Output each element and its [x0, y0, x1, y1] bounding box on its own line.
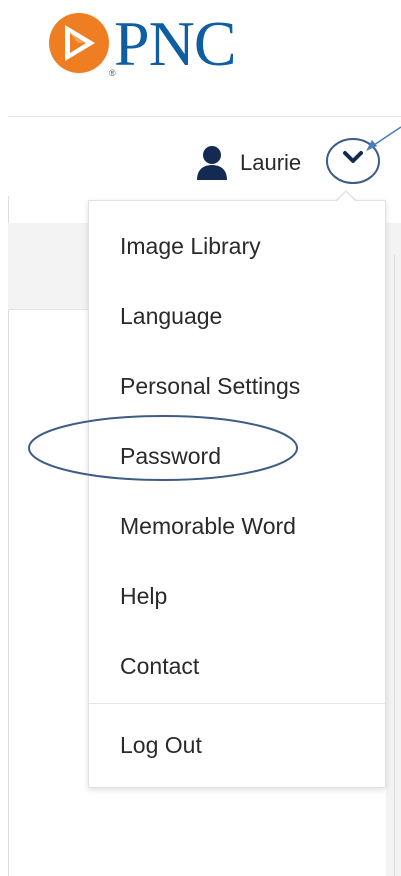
side-panel	[8, 223, 90, 310]
logo-wordmark: PNC	[114, 8, 236, 79]
user-name: Laurie	[240, 150, 302, 175]
user-dropdown-menu: Image Library Language Personal Settings…	[88, 200, 386, 788]
menu-item-help[interactable]: Help	[120, 585, 167, 608]
annotation-arrow-line	[370, 126, 401, 148]
annotation-arrow-head	[366, 140, 377, 151]
menu-item-personal-settings[interactable]: Personal Settings	[120, 375, 300, 398]
menu-item-password[interactable]: Password	[120, 445, 221, 468]
menu-item-log-out[interactable]: Log Out	[120, 734, 202, 757]
header-divider	[8, 116, 401, 117]
user-icon	[197, 146, 227, 180]
menu-item-memorable-word[interactable]: Memorable Word	[120, 515, 296, 538]
user-menu[interactable]: Laurie	[196, 141, 301, 185]
registered-mark: ®	[109, 68, 116, 78]
menu-item-contact[interactable]: Contact	[120, 655, 199, 678]
menu-item-image-library[interactable]: Image Library	[120, 235, 261, 258]
chevron-down-icon[interactable]	[339, 145, 367, 169]
right-panel-border	[394, 255, 395, 876]
menu-item-language[interactable]: Language	[120, 305, 222, 328]
menu-divider	[89, 703, 385, 704]
pnc-logo[interactable]: PNC	[48, 4, 236, 82]
dropdown-caret-fill	[336, 192, 356, 202]
pnc-triangle-logo-icon	[49, 13, 109, 73]
